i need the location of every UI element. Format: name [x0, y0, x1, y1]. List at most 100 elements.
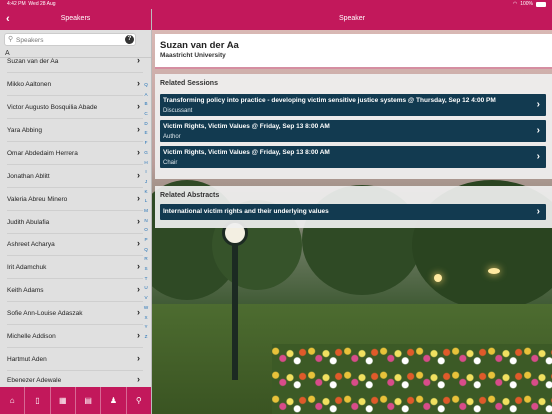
speaker-list-item[interactable]: Keith Adams › [0, 279, 143, 302]
speaker-list-item[interactable]: Michelle Addison › [0, 325, 143, 348]
speaker-list-item[interactable]: Hartmut Aden › [0, 348, 143, 371]
session-role: Author [163, 134, 181, 140]
session-item[interactable]: Victim Rights, Victim Values @ Friday, S… [160, 146, 546, 168]
chevron-right-icon: › [137, 261, 140, 271]
phone-icon[interactable]: ▯ [25, 387, 51, 414]
alphabet-index[interactable]: QABCDEFGHIJKLMNOPQRSTUVWXYZ [143, 80, 149, 342]
chevron-right-icon: › [137, 170, 140, 180]
chevron-right-icon: › [536, 151, 540, 162]
index-letter[interactable]: M [143, 206, 149, 216]
speaker-list-item[interactable]: Jonathan Ablitt › [0, 165, 143, 188]
chevron-right-icon: › [536, 206, 540, 217]
index-letter[interactable]: I [143, 167, 149, 177]
index-letter[interactable]: A [143, 90, 149, 100]
related-abstracts-title: Related Abstracts [160, 192, 220, 199]
session-item[interactable]: Victim Rights, Victim Values @ Friday, S… [160, 120, 546, 142]
search-icon[interactable]: ⚲ [127, 387, 151, 414]
help-icon[interactable]: ? [125, 35, 134, 44]
search-input[interactable] [16, 35, 131, 45]
index-letter[interactable]: F [143, 138, 149, 148]
speaker-list-name: Ashreet Acharya [7, 241, 55, 248]
speaker-list-name: Michelle Addison [7, 333, 56, 340]
chevron-right-icon: › [137, 330, 140, 340]
speaker-list-item[interactable]: Valeria Abreu Minero › [0, 188, 143, 211]
speakers-title: Speakers [60, 15, 91, 22]
person-icon[interactable]: ♟ [101, 387, 127, 414]
chevron-right-icon: › [137, 193, 140, 203]
related-sessions-section: Related Sessions Transforming policy int… [155, 74, 552, 179]
speaker-list-name: Omar Abdedaim Herrera [7, 150, 78, 157]
chevron-right-icon: › [536, 125, 540, 136]
speaker-list-item[interactable]: Victor Augusto Bosquilia Abade › [0, 96, 143, 119]
index-letter[interactable]: B [143, 99, 149, 109]
chevron-right-icon: › [137, 307, 140, 317]
status-time: 4:42 PM Wed 28 Aug [7, 1, 56, 7]
index-letter[interactable]: W [143, 303, 149, 313]
speaker-list-name: Judith Abulafia [7, 219, 50, 226]
speaker-list-name: Hartmut Aden [7, 356, 47, 363]
session-role: Discussant [163, 108, 193, 114]
index-letter[interactable]: O [143, 225, 149, 235]
speaker-card: Suzan van der Aa Maastricht University [155, 34, 552, 69]
chevron-right-icon: › [137, 55, 140, 65]
related-abstracts-section: Related Abstracts International victim r… [155, 186, 552, 228]
index-letter[interactable]: C [143, 109, 149, 119]
chevron-right-icon: › [137, 101, 140, 111]
status-bar: 4:42 PM Wed 28 Aug ◠ 100% [0, 0, 552, 9]
index-letter[interactable]: U [143, 283, 149, 293]
speaker-list-name: Suzan van der Aa [7, 58, 59, 65]
chevron-right-icon: › [536, 99, 540, 110]
index-letter[interactable]: D [143, 119, 149, 129]
speaker-list-item[interactable]: Ashreet Acharya › [0, 233, 143, 256]
speaker-list-name: Irit Adamchuk [7, 264, 47, 271]
index-letter[interactable]: P [143, 235, 149, 245]
related-sessions-title: Related Sessions [160, 80, 218, 87]
chevron-right-icon: › [137, 147, 140, 157]
home-icon[interactable]: ⌂ [0, 387, 26, 414]
index-letter[interactable]: H [143, 158, 149, 168]
speaker-list-item[interactable]: Ebenezer Adewale › [0, 369, 143, 387]
index-letter[interactable]: L [143, 196, 149, 206]
index-letter[interactable]: Y [143, 322, 149, 332]
search-bar[interactable]: ⚲ [4, 33, 136, 46]
speaker-list-panel: ⚲ ? A Suzan van der Aa›Mikko Aaltonen›Vi… [0, 30, 151, 387]
speaker-list-item[interactable]: Mikko Aaltonen › [0, 73, 143, 96]
grid-icon[interactable]: ▦ [51, 387, 76, 414]
speaker-list-item[interactable]: Yara Abbing › [0, 119, 143, 142]
bottom-tab-bar: ⌂ ▯ ▦ ▤ ♟ ⚲ [0, 387, 151, 414]
wifi-icon: ◠ [512, 1, 518, 7]
speaker-list-name: Victor Augusto Bosquilia Abade [7, 104, 98, 111]
index-letter[interactable]: E [143, 128, 149, 138]
index-letter[interactable]: N [143, 216, 149, 226]
speaker-list-item[interactable]: Sofie Ann-Louise Adaszak › [0, 302, 143, 325]
session-item[interactable]: Transforming policy into practice - deve… [160, 94, 546, 116]
session-title: Victim Rights, Victim Values @ Friday, S… [163, 123, 330, 130]
speaker-list-name: Sofie Ann-Louise Adaszak [7, 310, 83, 317]
speaker-list-item[interactable]: Judith Abulafia › [0, 211, 143, 234]
index-letter[interactable]: Q [143, 245, 149, 255]
index-letter[interactable]: S [143, 264, 149, 274]
index-letter[interactable]: X [143, 313, 149, 323]
session-role: Chair [163, 160, 178, 166]
index-letter[interactable]: T [143, 274, 149, 284]
index-letter[interactable]: G [143, 148, 149, 158]
abstract-item[interactable]: International victim rights and their un… [160, 204, 546, 220]
session-title: Victim Rights, Victim Values @ Friday, S… [163, 149, 330, 156]
speaker-list-item[interactable]: Irit Adamchuk › [0, 256, 143, 279]
speaker-nav-bar: Speaker [152, 9, 552, 30]
speaker-list-item[interactable]: Omar Abdedaim Herrera › [0, 142, 143, 165]
speaker-affiliation: Maastricht University [160, 52, 226, 59]
chevron-right-icon: › [137, 78, 140, 88]
index-letter[interactable]: V [143, 293, 149, 303]
speaker-list-item[interactable]: Suzan van der Aa › [0, 50, 143, 73]
speaker-list-name: Valeria Abreu Minero [7, 196, 68, 203]
speaker-list-name: Ebenezer Adewale [7, 377, 62, 384]
chevron-right-icon: › [137, 284, 140, 294]
index-letter[interactable]: Q [143, 80, 149, 90]
index-letter[interactable]: J [143, 177, 149, 187]
map-icon[interactable]: ▤ [76, 387, 102, 414]
index-letter[interactable]: K [143, 187, 149, 197]
speaker-list-name: Keith Adams [7, 287, 44, 294]
index-letter[interactable]: Z [143, 332, 149, 342]
index-letter[interactable]: R [143, 254, 149, 264]
